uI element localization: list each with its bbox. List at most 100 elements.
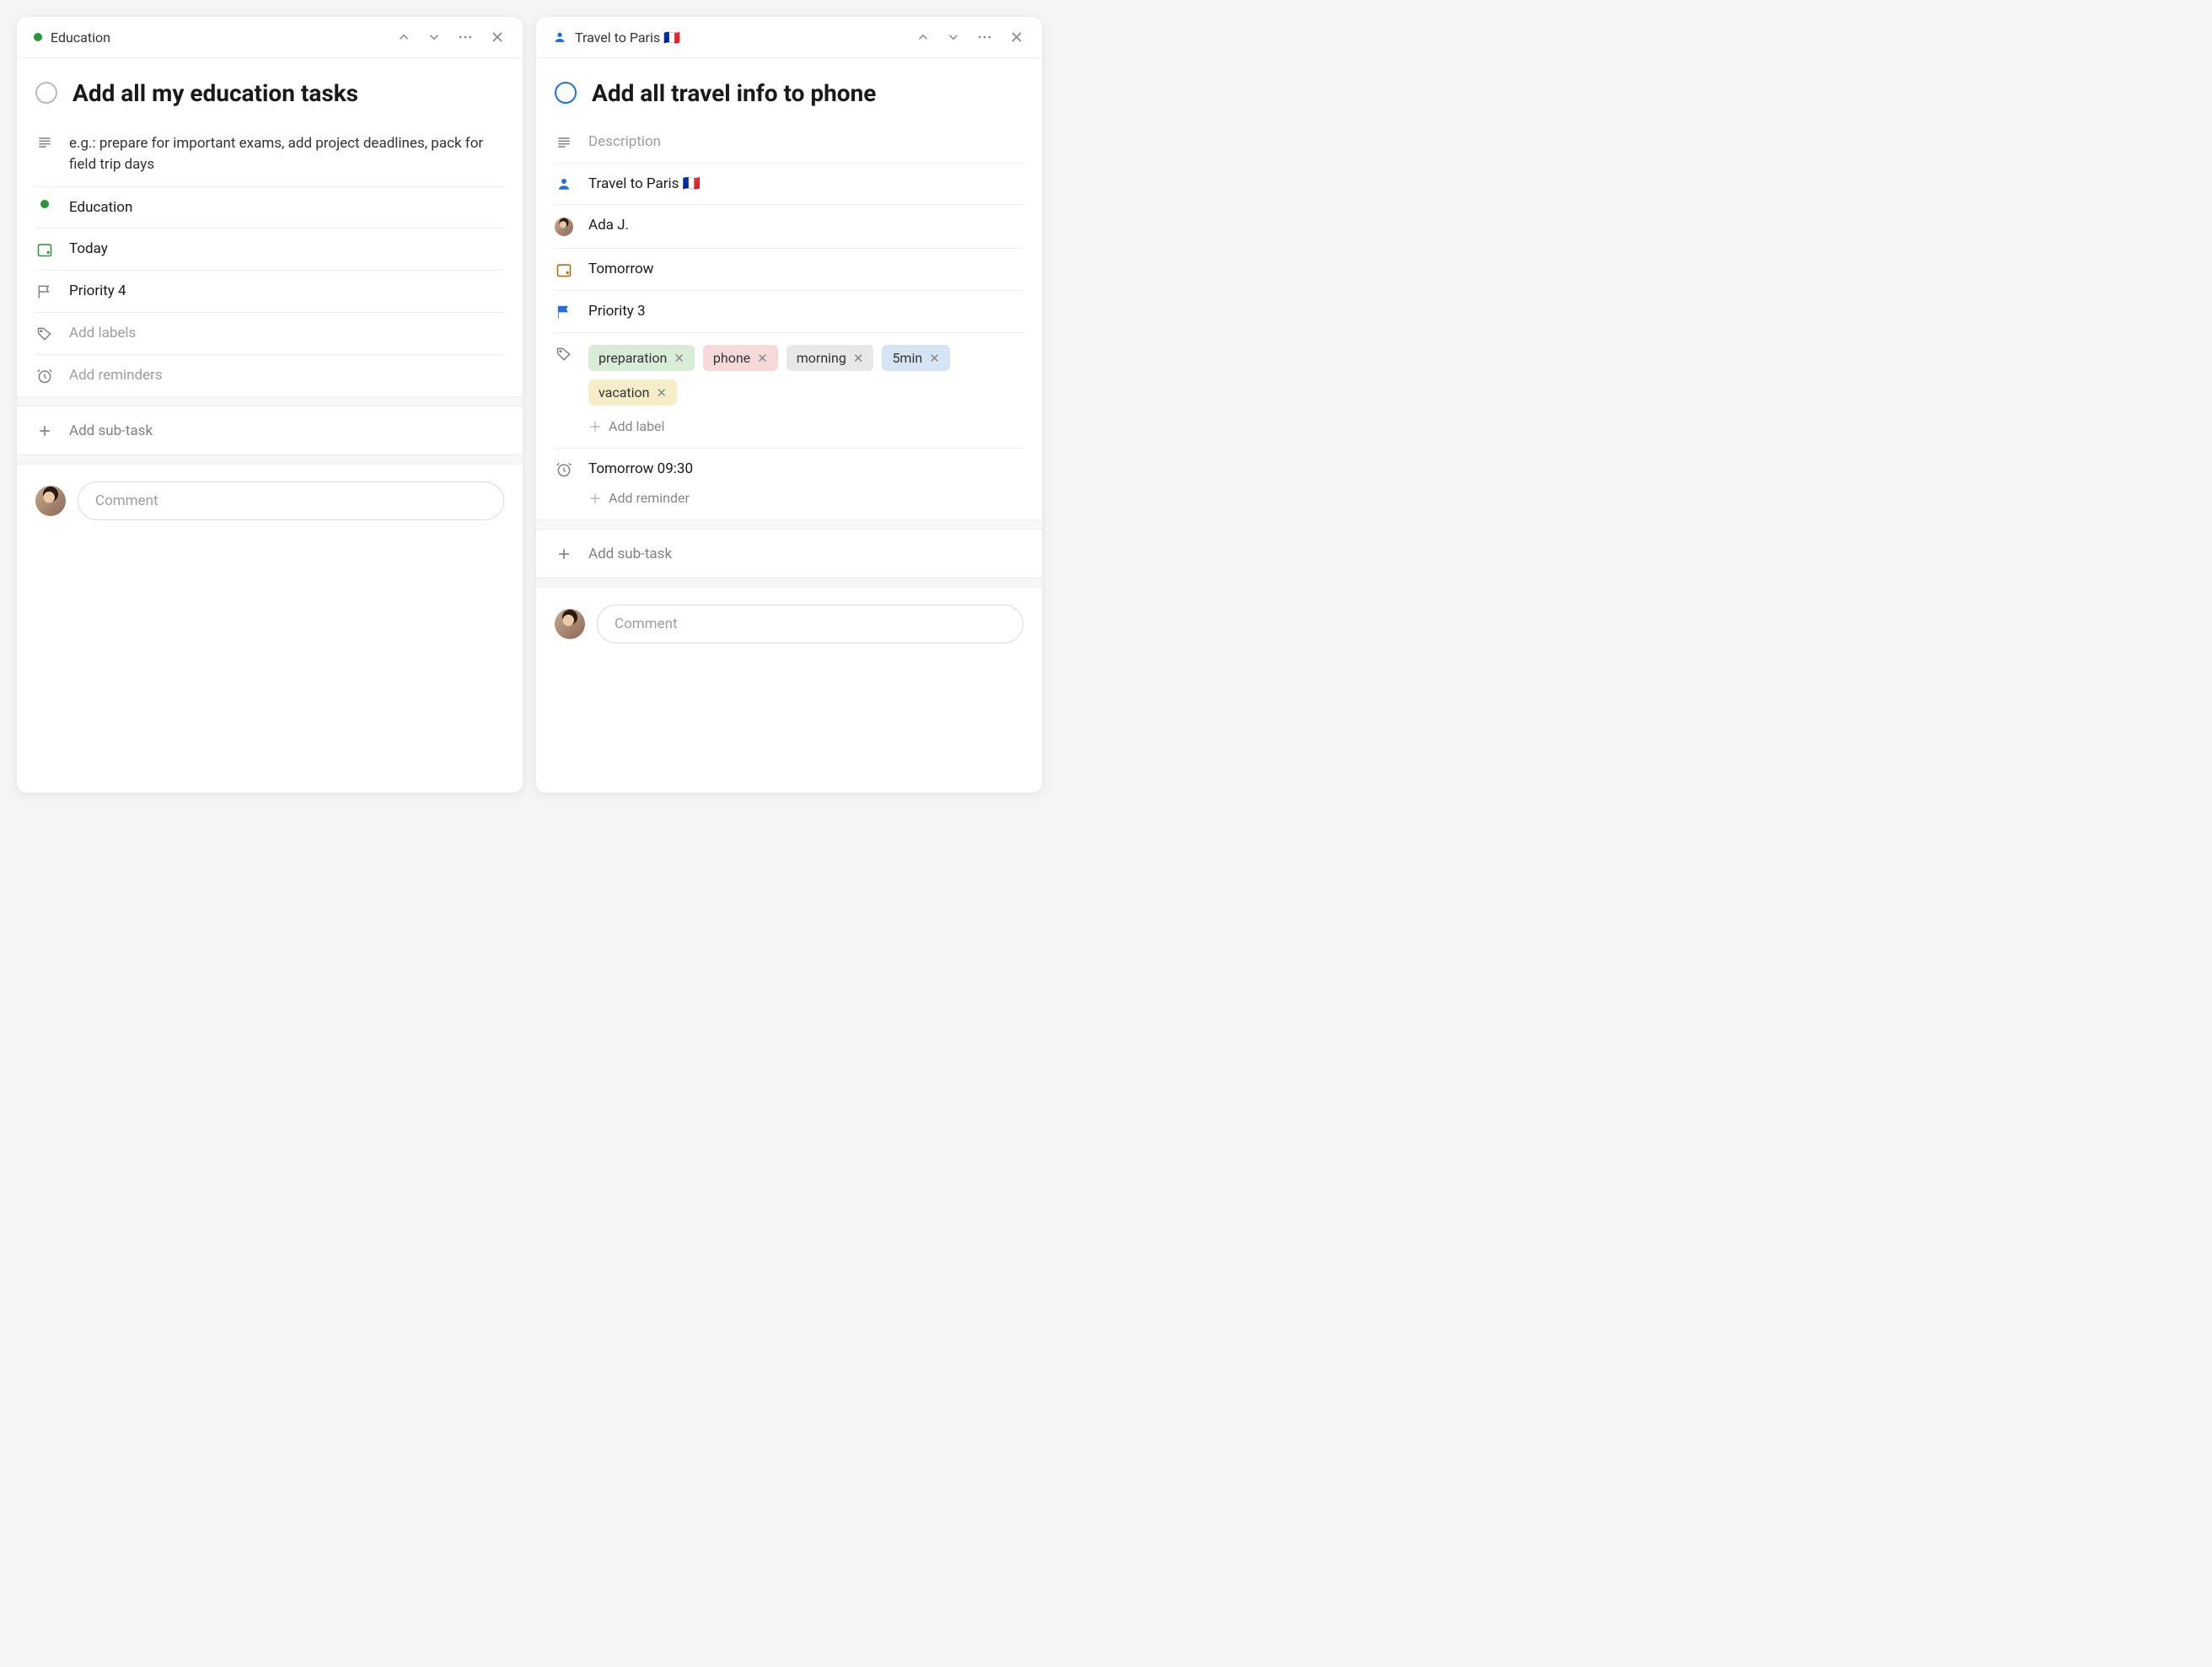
project-dot-icon: [35, 199, 54, 208]
section-divider: [536, 578, 1042, 588]
plus-icon: ＋: [588, 416, 602, 436]
avatar: [555, 609, 585, 639]
reminders-placeholder: Add reminders: [69, 367, 504, 384]
tag-icon: [35, 325, 54, 342]
label-chip[interactable]: morning ✕: [787, 345, 874, 371]
task-title[interactable]: Add all my education tasks: [72, 78, 358, 108]
plus-icon: [35, 422, 54, 439]
labels-container: preparation ✕ phone ✕ morning ✕ 5min ✕ vacation ✕…: [588, 345, 1023, 436]
complete-checkbox[interactable]: [35, 82, 57, 104]
label-chip[interactable]: phone ✕: [703, 345, 778, 371]
header-project-name: Education: [51, 30, 110, 46]
task-title-row: Add all my education tasks: [17, 58, 523, 118]
priority-value: Priority 3: [588, 303, 1023, 320]
reminder-container: Tomorrow 09:30 ＋ Add reminder: [588, 460, 1023, 508]
reminder-value[interactable]: Tomorrow 09:30: [588, 460, 1023, 477]
add-subtask-button[interactable]: Add sub-task: [536, 530, 1042, 578]
plus-icon: ＋: [588, 487, 602, 508]
labels-field: preparation ✕ phone ✕ morning ✕ 5min ✕ vacation ✕…: [555, 333, 1023, 449]
task-fields: Description Travel to Paris 🇫🇷 Ada J. To…: [536, 121, 1042, 519]
label-chip[interactable]: preparation ✕: [588, 345, 695, 371]
description-field[interactable]: e.g.: prepare for important exams, add p…: [35, 121, 504, 187]
date-value: Tomorrow: [588, 261, 1023, 277]
plus-icon: [555, 545, 573, 562]
panel-header: Travel to Paris 🇫🇷: [536, 17, 1042, 58]
comment-row: Comment: [536, 588, 1042, 660]
complete-checkbox[interactable]: [555, 82, 577, 104]
remove-label-icon[interactable]: ✕: [657, 385, 668, 401]
more-button[interactable]: [457, 29, 474, 46]
reminders-field[interactable]: Add reminders: [35, 355, 504, 396]
date-field[interactable]: Today: [35, 229, 504, 271]
close-button[interactable]: [489, 29, 506, 46]
label-text: phone: [713, 350, 750, 366]
prev-task-button[interactable]: [396, 30, 411, 45]
next-task-button[interactable]: [427, 30, 442, 45]
header-actions: [915, 29, 1025, 46]
flag-icon: [555, 303, 573, 320]
header-actions: [396, 29, 506, 46]
tag-icon: [555, 345, 573, 363]
alarm-icon: [35, 367, 54, 384]
label-text: vacation: [599, 384, 650, 401]
section-divider: [17, 454, 523, 465]
add-reminder-text: Add reminder: [609, 490, 690, 506]
priority-field[interactable]: Priority 3: [555, 291, 1023, 333]
project-field[interactable]: Travel to Paris 🇫🇷: [555, 164, 1023, 205]
close-button[interactable]: [1008, 29, 1025, 46]
remove-label-icon[interactable]: ✕: [757, 351, 768, 366]
comment-input[interactable]: Comment: [597, 605, 1023, 643]
remove-label-icon[interactable]: ✕: [853, 351, 864, 366]
next-task-button[interactable]: [946, 30, 961, 45]
label-chip[interactable]: vacation ✕: [588, 379, 677, 406]
section-divider: [17, 396, 523, 406]
add-label-button[interactable]: ＋ Add label: [588, 416, 1023, 436]
label-chip[interactable]: 5min ✕: [882, 345, 949, 371]
more-button[interactable]: [976, 29, 993, 46]
label-text: 5min: [892, 350, 922, 366]
comment-input[interactable]: Comment: [78, 481, 504, 520]
assignee-field[interactable]: Ada J.: [555, 205, 1023, 249]
label-text: morning: [797, 350, 846, 366]
avatar: [35, 486, 66, 516]
project-name: Education: [69, 199, 504, 216]
description-field[interactable]: Description: [555, 121, 1023, 164]
add-subtask-label: Add sub-task: [588, 546, 672, 562]
task-title[interactable]: Add all travel info to phone: [592, 78, 876, 108]
description-text: e.g.: prepare for important exams, add p…: [69, 133, 504, 175]
project-name: Travel to Paris 🇫🇷: [588, 175, 1023, 192]
alarm-icon: [555, 460, 573, 478]
person-icon: [555, 175, 573, 191]
label-text: preparation: [599, 350, 667, 366]
date-field[interactable]: Tomorrow: [555, 249, 1023, 291]
date-value: Today: [69, 240, 504, 257]
description-icon: [555, 133, 573, 151]
header-project-name: Travel to Paris 🇫🇷: [575, 30, 680, 46]
calendar-icon: [35, 240, 54, 258]
labels-field[interactable]: Add labels: [35, 313, 504, 355]
header-project[interactable]: Education: [34, 30, 386, 46]
task-fields: e.g.: prepare for important exams, add p…: [17, 121, 523, 396]
section-divider: [536, 519, 1042, 530]
reminders-field: Tomorrow 09:30 ＋ Add reminder: [555, 449, 1023, 519]
project-dot-icon: [34, 33, 42, 41]
remove-label-icon[interactable]: ✕: [929, 351, 940, 366]
assignee-name: Ada J.: [588, 217, 1023, 234]
add-label-text: Add label: [609, 418, 664, 434]
add-subtask-button[interactable]: Add sub-task: [17, 406, 523, 454]
priority-field[interactable]: Priority 4: [35, 271, 504, 313]
add-subtask-label: Add sub-task: [69, 422, 153, 439]
task-panel-right: Travel to Paris 🇫🇷 Add all travel info t…: [536, 17, 1042, 793]
remove-label-icon[interactable]: ✕: [674, 351, 685, 366]
prev-task-button[interactable]: [915, 30, 931, 45]
add-reminder-button[interactable]: ＋ Add reminder: [588, 487, 1023, 508]
avatar-icon: [555, 217, 573, 236]
flag-icon: [35, 282, 54, 300]
description-placeholder: Description: [588, 133, 1023, 150]
task-panel-left: Education Add all my education tasks e.g…: [17, 17, 523, 793]
calendar-icon: [555, 261, 573, 278]
header-project[interactable]: Travel to Paris 🇫🇷: [553, 30, 905, 46]
project-field[interactable]: Education: [35, 187, 504, 229]
labels-placeholder: Add labels: [69, 325, 504, 341]
panel-header: Education: [17, 17, 523, 58]
